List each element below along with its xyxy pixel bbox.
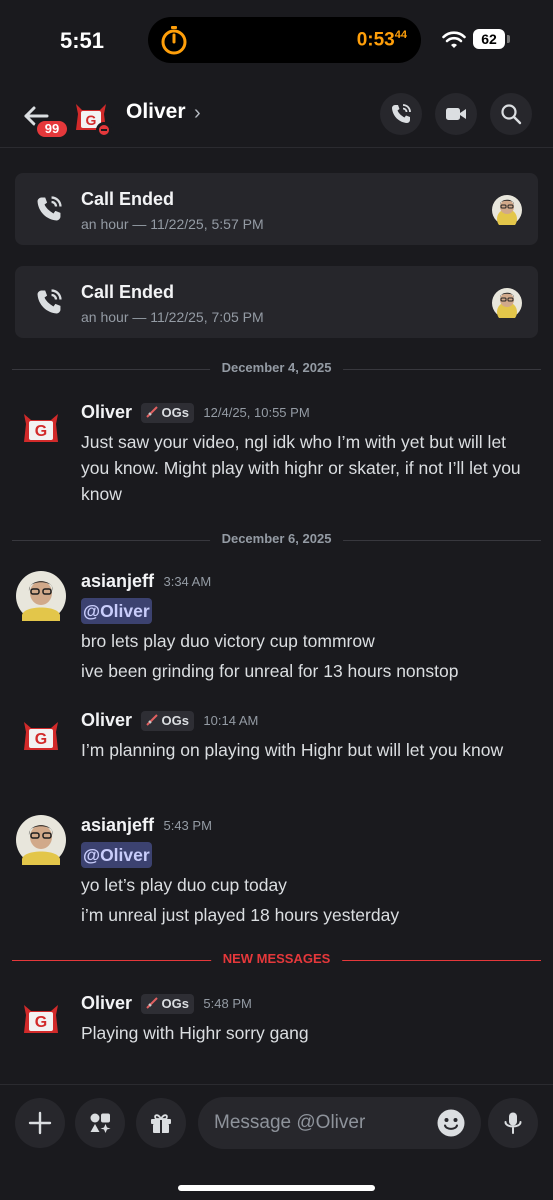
add-attachment-button[interactable]	[15, 1098, 65, 1148]
message-author[interactable]: Oliver	[81, 710, 132, 730]
message-author[interactable]: Oliver	[81, 993, 132, 1013]
voice-message-button[interactable]	[488, 1098, 538, 1148]
message-header: Oliver OGs 12/4/25, 10:55 PM	[81, 402, 310, 426]
gift-button[interactable]	[136, 1098, 186, 1148]
status-bar: 5:51 0:5344 62	[0, 0, 553, 80]
timer-readout: 0:5344	[357, 29, 407, 51]
video-call-icon	[446, 108, 466, 120]
user-mention[interactable]: @Oliver	[81, 842, 152, 868]
dynamic-island[interactable]: 0:5344	[148, 17, 421, 63]
svg-text:G: G	[35, 731, 47, 748]
swords-icon	[146, 996, 159, 1009]
voice-call-button[interactable]	[380, 93, 422, 135]
avatar[interactable]: G	[16, 993, 66, 1043]
avatar[interactable]: G	[16, 402, 66, 452]
message-text: Playing with Highr sorry gang	[81, 1023, 309, 1043]
message-header: Oliver OGs 10:14 AM	[81, 710, 258, 734]
page-title[interactable]: Oliver	[126, 100, 186, 124]
message-author[interactable]: asianjeff	[81, 571, 154, 591]
avatar[interactable]: G	[16, 710, 66, 760]
svg-text:G: G	[35, 1014, 47, 1031]
message-text: i’m unreal just played 18 hours yesterda…	[81, 905, 400, 925]
message-timestamp: 5:43 PM	[163, 818, 212, 833]
message-body: Playing with Highr sorry gang	[81, 1020, 536, 1050]
call-subtitle: an hour — 11/22/25, 5:57 PM	[81, 216, 264, 232]
role-tag[interactable]: OGs	[141, 993, 194, 1014]
timer-main: 0:53	[356, 29, 395, 51]
message-body: @Oliver bro lets play duo victory cup to…	[81, 598, 536, 688]
message-text: yo let’s play duo cup today	[81, 875, 287, 895]
stopwatch-icon	[161, 26, 187, 55]
call-title: Call Ended	[81, 282, 175, 302]
message-body: @Oliver yo let’s play duo cup today i’m …	[81, 842, 536, 932]
video-call-button[interactable]	[435, 93, 477, 135]
battery-icon: 62	[473, 29, 505, 49]
message-timestamp: 10:14 AM	[203, 713, 259, 728]
chevron-right-icon[interactable]: ›	[194, 102, 201, 125]
timer-fraction: 44	[394, 29, 407, 41]
role-tag[interactable]: OGs	[141, 402, 194, 423]
avatar[interactable]	[16, 571, 66, 621]
call-ended-card[interactable]: Call Ended an hour — 11/22/25, 5:57 PM	[15, 173, 538, 245]
phone-icon	[37, 289, 62, 314]
role-tag-label: OGs	[161, 712, 189, 728]
message-timestamp: 3:34 AM	[163, 574, 212, 589]
message-timestamp: 12/4/25, 10:55 PM	[203, 405, 310, 420]
message-header: asianjeff 3:34 AM	[81, 571, 211, 595]
message-text: Just saw your video, ngl idk who I’m wit…	[81, 432, 521, 504]
date-divider-label: December 4, 2025	[209, 360, 344, 375]
chat-header: 99 G Oliver ›	[0, 80, 553, 148]
dnd-status-icon	[96, 122, 112, 138]
date-divider: December 4, 2025	[12, 359, 541, 379]
call-ended-card[interactable]: Call Ended an hour — 11/22/25, 7:05 PM	[15, 266, 538, 338]
mic-icon	[504, 1112, 522, 1134]
plus-icon	[28, 1111, 52, 1135]
home-indicator[interactable]	[178, 1185, 375, 1191]
call-subtitle: an hour — 11/22/25, 7:05 PM	[81, 309, 264, 325]
svg-text:G: G	[35, 423, 47, 440]
role-tag[interactable]: OGs	[141, 710, 194, 731]
new-messages-label: NEW MESSAGES	[210, 951, 343, 966]
date-divider-label: December 6, 2025	[209, 531, 344, 546]
status-time: 5:51	[60, 28, 105, 53]
svg-text:G: G	[86, 112, 97, 128]
role-tag-label: OGs	[161, 404, 189, 420]
swords-icon	[146, 405, 159, 418]
avatar	[492, 195, 522, 225]
message-list[interactable]: Call Ended an hour — 11/22/25, 5:57 PM C…	[0, 149, 553, 1084]
emoji-icon[interactable]	[436, 1108, 466, 1138]
message-body: I’m planning on playing with Highr but w…	[81, 737, 536, 767]
search-icon	[501, 104, 522, 125]
avatar[interactable]	[16, 815, 66, 865]
phone-icon	[37, 196, 62, 221]
composer	[0, 1084, 553, 1200]
date-divider: December 6, 2025	[12, 530, 541, 550]
user-mention[interactable]: @Oliver	[81, 598, 152, 624]
swords-icon	[146, 713, 159, 726]
unread-badge: 99	[34, 118, 70, 140]
message-text: I’m planning on playing with Highr but w…	[81, 740, 504, 760]
gift-icon	[151, 1114, 171, 1133]
message-author[interactable]: asianjeff	[81, 815, 154, 835]
message-text: bro lets play duo victory cup tommrow	[81, 631, 375, 651]
message-timestamp: 5:48 PM	[203, 996, 252, 1011]
new-messages-divider: NEW MESSAGES	[12, 950, 541, 970]
apps-icon	[90, 1113, 111, 1133]
message-author[interactable]: Oliver	[81, 402, 132, 422]
voice-call-icon	[392, 104, 411, 123]
message-text: ive been grinding for unreal for 13 hour…	[81, 661, 459, 681]
message-header: Oliver OGs 5:48 PM	[81, 993, 252, 1017]
wifi-icon	[442, 31, 466, 48]
role-tag-label: OGs	[161, 995, 189, 1011]
message-header: asianjeff 5:43 PM	[81, 815, 212, 839]
apps-button[interactable]	[75, 1098, 125, 1148]
avatar	[492, 288, 522, 318]
battery-tip	[507, 35, 510, 43]
message-body: Just saw your video, ngl idk who I’m wit…	[81, 429, 536, 511]
call-title: Call Ended	[81, 189, 175, 209]
search-button[interactable]	[490, 93, 532, 135]
